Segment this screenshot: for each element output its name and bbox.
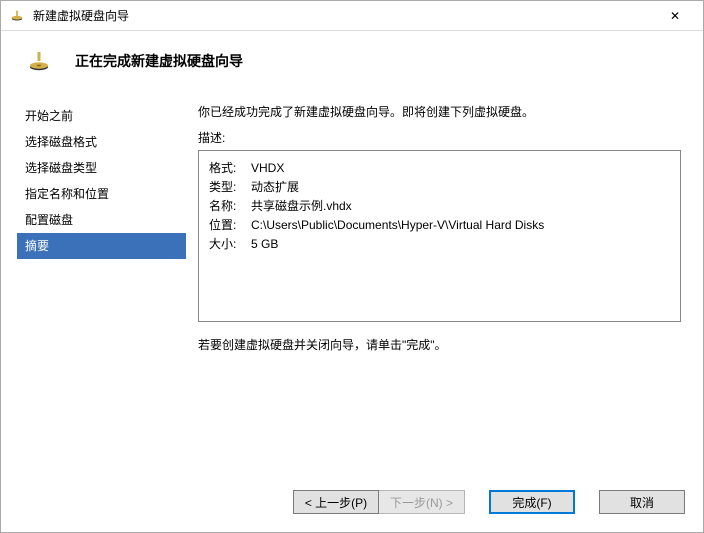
wizard-steps: 开始之前 选择磁盘格式 选择磁盘类型 指定名称和位置 配置磁盘 摘要 <box>1 95 186 476</box>
finish-button[interactable]: 完成(F) <box>489 490 575 514</box>
summary-key: 类型: <box>209 178 251 197</box>
description-label: 描述: <box>198 129 681 146</box>
close-icon: ✕ <box>670 9 680 23</box>
step-configure-disk[interactable]: 配置磁盘 <box>17 207 186 233</box>
intro-text: 你已经成功完成了新建虚拟硬盘向导。即将创建下列虚拟硬盘。 <box>198 103 681 121</box>
summary-value: C:\Users\Public\Documents\Hyper-V\Virtua… <box>251 216 544 235</box>
summary-row-size: 大小: 5 GB <box>209 235 670 254</box>
closing-text: 若要创建虚拟硬盘并关闭向导，请单击"完成"。 <box>198 336 681 354</box>
step-disk-format[interactable]: 选择磁盘格式 <box>17 129 186 155</box>
wizard-body: 开始之前 选择磁盘格式 选择磁盘类型 指定名称和位置 配置磁盘 摘要 你已经成功… <box>1 95 703 476</box>
summary-row-format: 格式: VHDX <box>209 159 670 178</box>
summary-value: VHDX <box>251 159 284 178</box>
button-bar: < 上一步(P) 下一步(N) > 完成(F) 取消 <box>1 476 703 532</box>
summary-value: 共享磁盘示例.vhdx <box>251 197 352 216</box>
summary-key: 格式: <box>209 159 251 178</box>
window-title: 新建虚拟硬盘向导 <box>33 7 655 24</box>
summary-row-name: 名称: 共享磁盘示例.vhdx <box>209 197 670 216</box>
cancel-button[interactable]: 取消 <box>599 490 685 514</box>
summary-row-location: 位置: C:\Users\Public\Documents\Hyper-V\Vi… <box>209 216 670 235</box>
summary-key: 名称: <box>209 197 251 216</box>
summary-value: 动态扩展 <box>251 178 299 197</box>
disk-wizard-icon <box>25 47 53 75</box>
summary-row-type: 类型: 动态扩展 <box>209 178 670 197</box>
previous-button[interactable]: < 上一步(P) <box>293 490 379 514</box>
wizard-header: 正在完成新建虚拟硬盘向导 <box>1 31 703 95</box>
disk-wizard-icon <box>9 8 25 24</box>
titlebar: 新建虚拟硬盘向导 ✕ <box>1 1 703 31</box>
step-disk-type[interactable]: 选择磁盘类型 <box>17 155 186 181</box>
summary-box: 格式: VHDX 类型: 动态扩展 名称: 共享磁盘示例.vhdx 位置: C:… <box>198 150 681 322</box>
step-before-begin[interactable]: 开始之前 <box>17 103 186 129</box>
nav-button-group: < 上一步(P) 下一步(N) > <box>293 490 465 514</box>
next-button: 下一步(N) > <box>379 490 465 514</box>
step-summary[interactable]: 摘要 <box>17 233 186 259</box>
summary-value: 5 GB <box>251 235 278 254</box>
summary-key: 位置: <box>209 216 251 235</box>
content-pane: 你已经成功完成了新建虚拟硬盘向导。即将创建下列虚拟硬盘。 描述: 格式: VHD… <box>186 95 703 476</box>
page-title: 正在完成新建虚拟硬盘向导 <box>75 51 243 71</box>
step-name-location[interactable]: 指定名称和位置 <box>17 181 186 207</box>
close-button[interactable]: ✕ <box>655 2 695 30</box>
summary-key: 大小: <box>209 235 251 254</box>
